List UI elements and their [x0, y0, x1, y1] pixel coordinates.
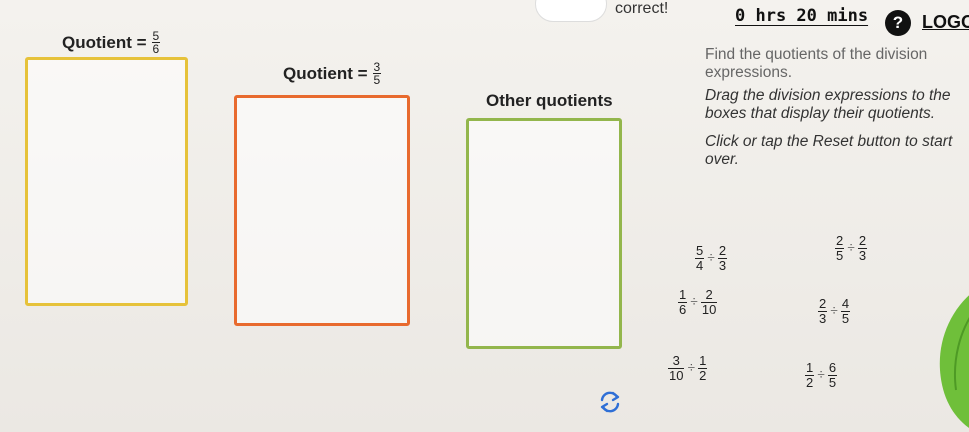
- expression-one-sixth-div-two-tenths[interactable]: 16 ÷ 2 10: [678, 287, 718, 317]
- fraction: 23: [857, 233, 868, 263]
- instruction-header: Find the quotients of the division expre…: [705, 46, 928, 81]
- instruction-drag: Drag the division expressions to the box…: [705, 87, 951, 122]
- numerator: 1: [699, 353, 707, 368]
- fraction: 2 10: [700, 287, 718, 317]
- expression-two-fifths-div-two-thirds[interactable]: 25 ÷ 23: [835, 233, 868, 263]
- expression-two-thirds-div-four-fifths[interactable]: 23 ÷ 45: [818, 296, 851, 326]
- fraction: 16: [678, 287, 688, 317]
- numerator: 2: [858, 233, 867, 248]
- numerator: 3: [672, 353, 680, 368]
- fraction: 54: [695, 243, 705, 273]
- fraction: 12: [698, 353, 708, 383]
- fraction: 5 6: [151, 29, 161, 56]
- numerator: 3: [373, 60, 381, 74]
- fraction: 45: [840, 296, 851, 326]
- denominator: 2: [698, 368, 708, 383]
- numerator: 1: [679, 287, 687, 302]
- denominator: 5: [372, 73, 382, 87]
- denominator: 5: [827, 375, 838, 390]
- expression-three-tenths-div-one-half[interactable]: 3 10 ÷ 12: [668, 353, 708, 383]
- denominator: 3: [717, 258, 728, 273]
- numerator: 2: [718, 243, 727, 258]
- fraction: 65: [827, 360, 838, 390]
- denominator: 10: [700, 302, 718, 317]
- denominator: 2: [805, 375, 815, 390]
- numerator: 2: [705, 287, 713, 302]
- bin-label-five-sixths: Quotient = 5 6: [62, 29, 161, 56]
- expression-one-half-div-six-fifths[interactable]: 12 ÷ 65: [805, 360, 838, 390]
- bin-label-other: Other quotients: [486, 91, 613, 111]
- bin-label-text: Other quotients: [486, 91, 613, 110]
- denominator: 6: [151, 42, 161, 56]
- logo: LOGO: [922, 12, 969, 32]
- timer: 0 hrs 20 mins: [735, 6, 869, 26]
- bin-label-text: Quotient =: [283, 63, 368, 83]
- fraction: 23: [818, 296, 828, 326]
- drop-box-three-fifths[interactable]: [234, 95, 410, 326]
- fraction: 3 5: [372, 60, 382, 87]
- status-pill: [535, 0, 607, 22]
- fraction: 23: [717, 243, 728, 273]
- numerator: 1: [806, 360, 814, 375]
- reset-button[interactable]: [596, 388, 624, 416]
- numerator: 2: [836, 233, 844, 248]
- fraction: 12: [805, 360, 815, 390]
- instruction-reset: Click or tap the Reset button to start o…: [705, 133, 953, 168]
- denominator: 10: [668, 368, 685, 383]
- help-icon[interactable]: ?: [885, 10, 911, 36]
- numerator: 5: [696, 243, 704, 258]
- fraction: 25: [835, 233, 845, 263]
- division-sign: ÷: [690, 294, 698, 310]
- division-sign: ÷: [847, 240, 855, 256]
- division-sign: ÷: [830, 303, 838, 319]
- denominator: 4: [695, 258, 705, 273]
- drop-box-five-sixths[interactable]: [25, 57, 188, 306]
- reset-icon: [600, 391, 620, 413]
- denominator: 5: [840, 311, 851, 326]
- bin-label-text: Quotient =: [62, 32, 147, 52]
- division-sign: ÷: [687, 360, 696, 376]
- division-sign: ÷: [817, 367, 825, 383]
- division-sign: ÷: [707, 250, 715, 266]
- leaf-decoration-icon: [939, 295, 969, 428]
- numerator: 5: [152, 29, 160, 43]
- fraction: 3 10: [668, 353, 685, 383]
- denominator: 6: [678, 302, 688, 317]
- bin-label-three-fifths: Quotient = 3 5: [283, 60, 382, 87]
- denominator: 3: [857, 248, 868, 263]
- numerator: 2: [819, 296, 827, 311]
- denominator: 5: [835, 248, 845, 263]
- expression-five-fourths-div-two-thirds[interactable]: 54 ÷ 23: [695, 243, 728, 273]
- drop-box-other-quotients[interactable]: [466, 118, 622, 349]
- denominator: 3: [818, 311, 828, 326]
- numerator: 4: [841, 296, 850, 311]
- numerator: 6: [828, 360, 837, 375]
- top-bar: correct! 0 hrs 20 mins ? LOGO: [0, 0, 969, 36]
- status-text: correct!: [615, 0, 669, 17]
